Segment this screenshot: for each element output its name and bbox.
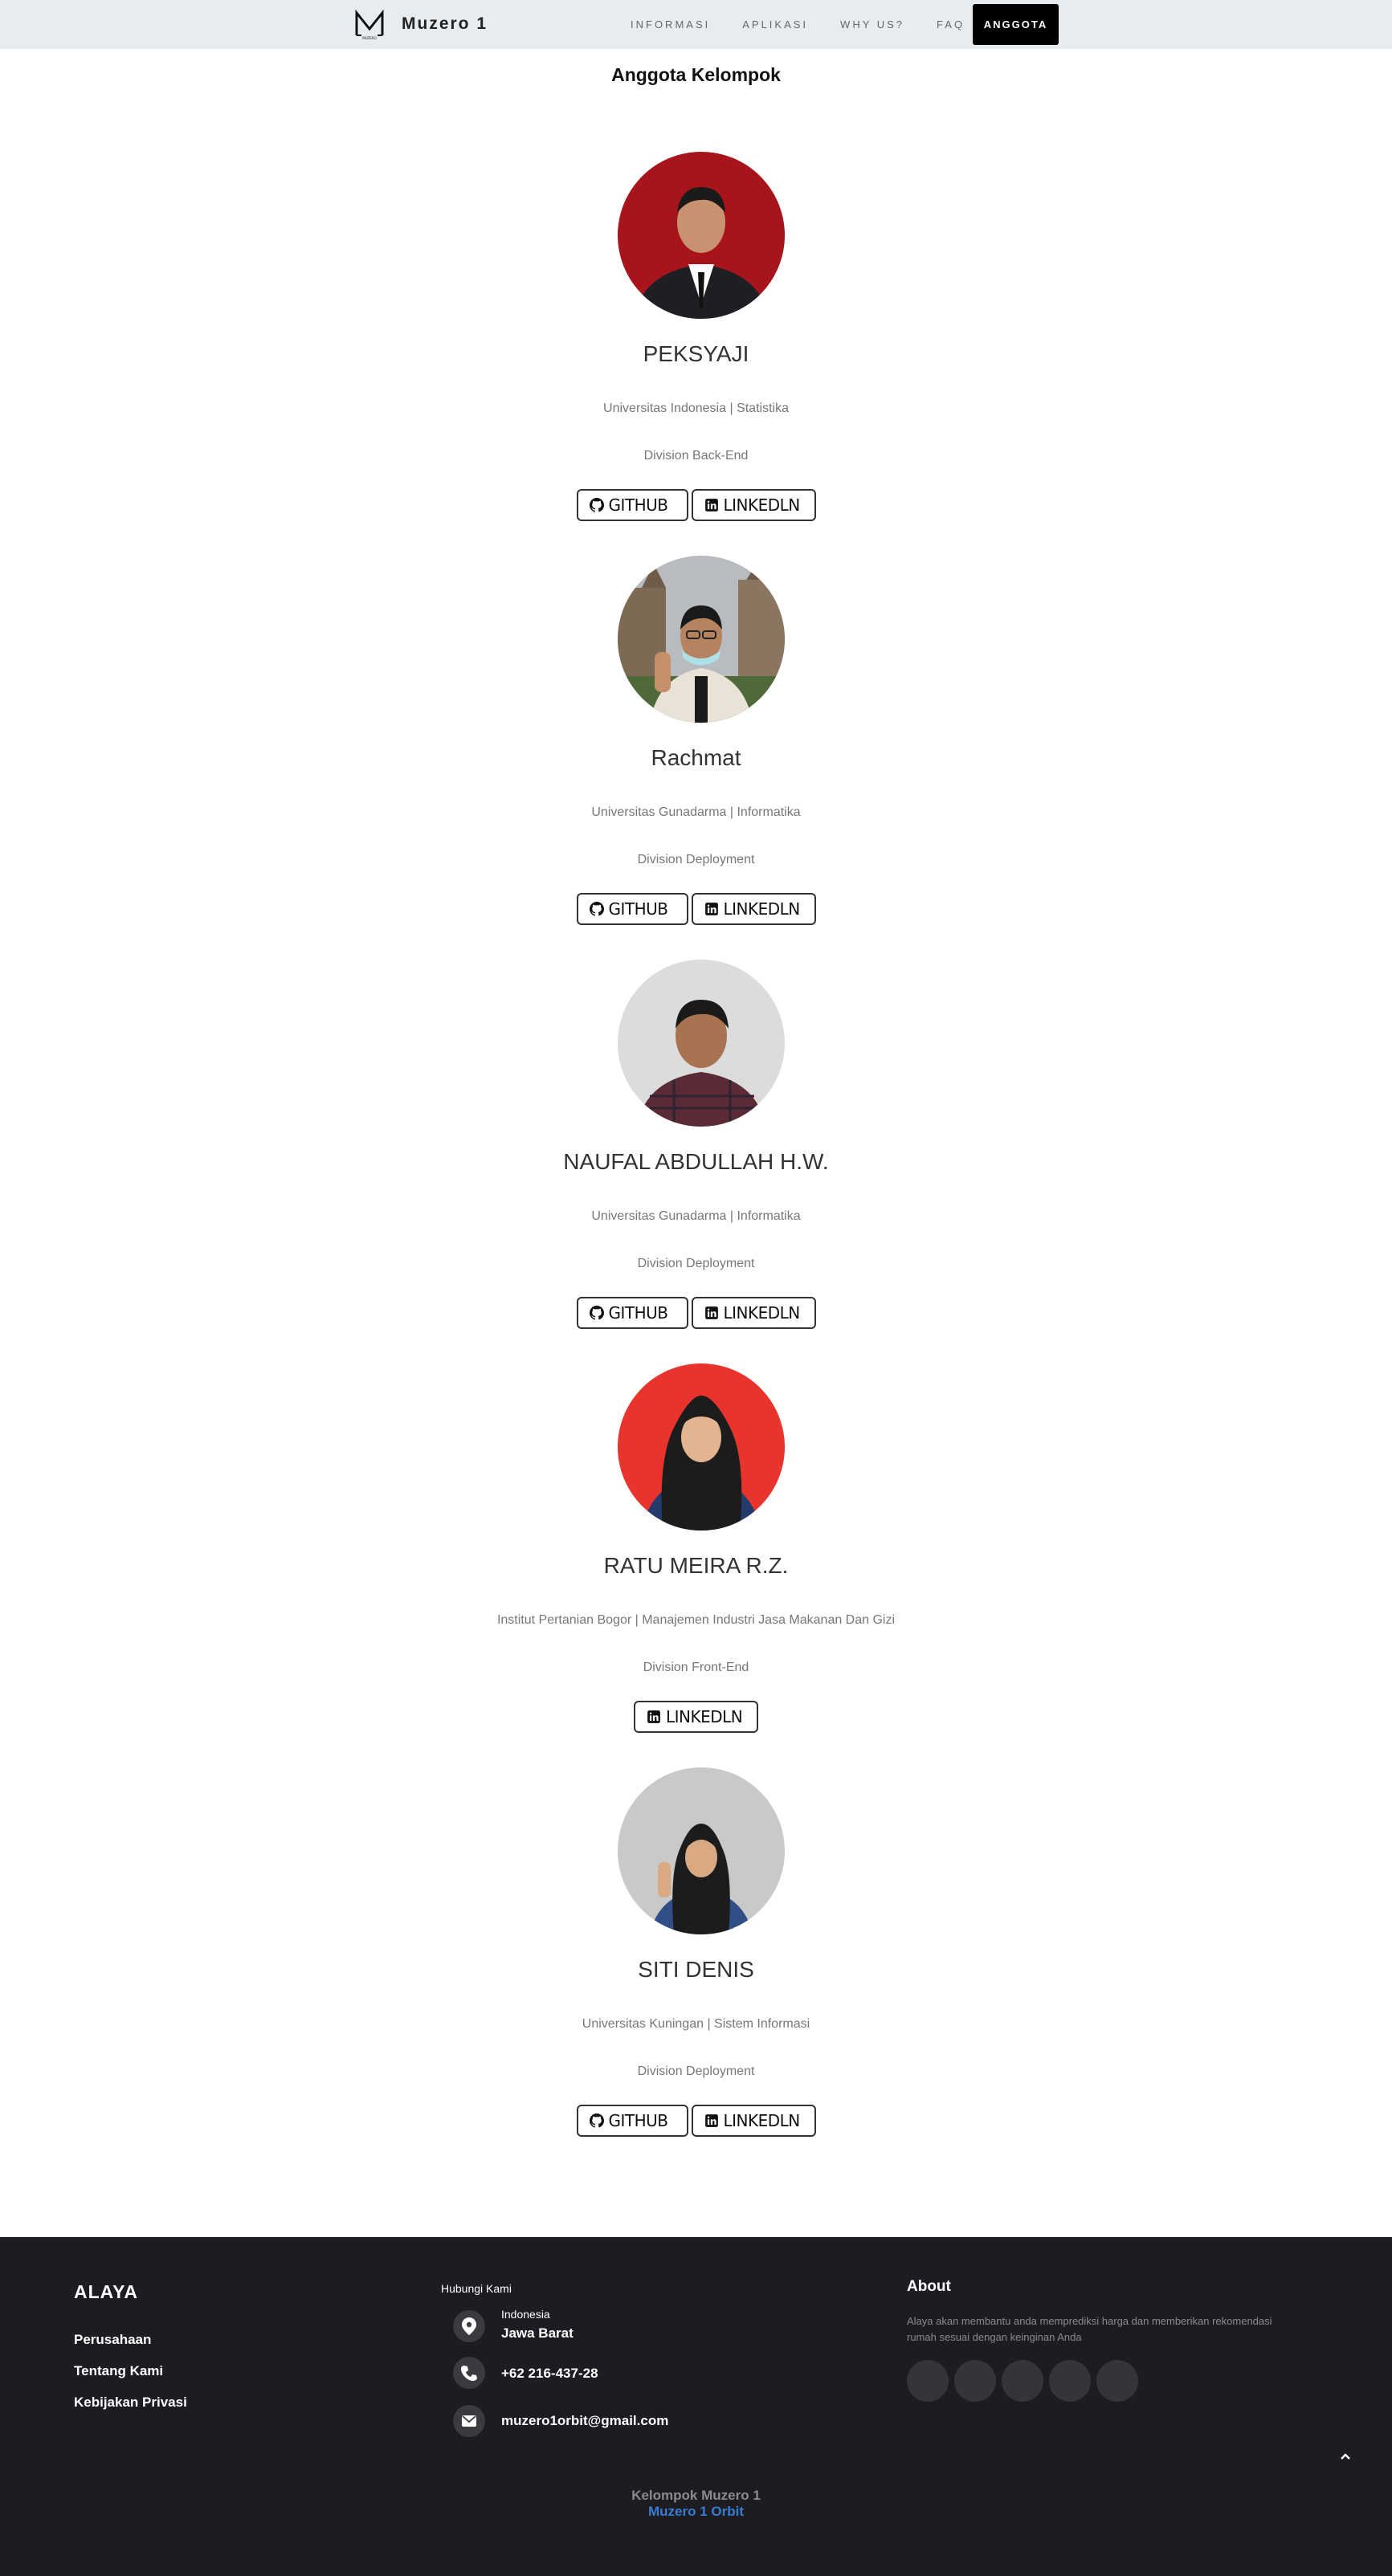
member-name: SITI DENIS (638, 1957, 754, 1982)
linkedin-button[interactable]: LINKEDLN (691, 2105, 816, 2137)
linkedin-button[interactable]: LINKEDLN (691, 893, 816, 925)
nav-link-informasi[interactable]: INFORMASI (631, 18, 710, 31)
linkedin-icon (704, 2114, 718, 2127)
member-university: Universitas Kuningan | Sistem Informasi (582, 2017, 810, 2031)
linkedin-label: LINKEDLN (666, 1707, 743, 1726)
member-photo (618, 1767, 785, 1934)
chevron-up-icon (1341, 2453, 1350, 2460)
member-division: Division Front-End (643, 1661, 749, 1674)
member-photo (618, 960, 785, 1127)
footer-link-perusahaan[interactable]: Perusahaan (74, 2332, 151, 2348)
github-icon (589, 2113, 604, 2128)
github-icon (589, 1306, 604, 1320)
member-name: PEKSYAJI (643, 341, 749, 366)
linkedin-button[interactable]: LINKEDLN (691, 1297, 816, 1329)
member-links: LINKEDLN (0, 1701, 1392, 1733)
social-button[interactable] (954, 2360, 996, 2402)
brand-logo: MUZERO (355, 9, 384, 40)
section-title: Anggota Kelompok (611, 64, 781, 85)
email-address[interactable]: muzero1orbit@gmail.com (501, 2413, 668, 2429)
member-photo (618, 152, 785, 319)
social-button[interactable] (907, 2360, 949, 2402)
member-photo (618, 556, 785, 723)
linkedin-label: LINKEDLN (723, 1303, 801, 1323)
envelope-icon (453, 2405, 485, 2437)
social-button[interactable] (1049, 2360, 1091, 2402)
member-card: SITI DENIS Universitas Kuningan | Sistem… (0, 1767, 1392, 2171)
location-country: Indonesia (501, 2308, 550, 2321)
member-division: Division Deployment (637, 2064, 755, 2078)
member-card: PEKSYAJI Universitas Indonesia | Statist… (0, 152, 1392, 556)
footer: ALAYA Perusahaan Tentang Kami Kebijakan … (0, 2237, 1392, 2576)
member-card: Rachmat Universitas Gunadarma | Informat… (0, 556, 1392, 960)
nav-link-why-us[interactable]: WHY US? (840, 18, 904, 31)
brand[interactable]: MUZERO Muzero 1 (353, 8, 488, 40)
about-heading: About (907, 2278, 951, 2295)
member-photo (618, 1363, 785, 1531)
member-name: NAUFAL ABDULLAH H.W. (563, 1149, 829, 1174)
member-division: Division Back-End (643, 449, 749, 463)
github-button[interactable]: GITHUB (576, 489, 688, 521)
member-links: GITHUB LINKEDLN (0, 489, 1392, 521)
linkedin-icon (704, 499, 718, 512)
github-button[interactable]: GITHUB (576, 2105, 688, 2137)
github-label: GITHUB (608, 495, 669, 515)
svg-text:MUZERO: MUZERO (362, 36, 377, 40)
nav-link-faq[interactable]: FAQ (937, 18, 965, 31)
member-division: Division Deployment (637, 853, 755, 866)
linkedin-label: LINKEDLN (723, 2111, 801, 2130)
location-region: Jawa Barat (501, 2325, 574, 2341)
back-to-top-button[interactable] (1333, 2444, 1357, 2468)
about-text: Alaya akan membantu anda memprediksi har… (907, 2315, 1272, 2343)
phone-icon (453, 2357, 485, 2389)
member-card: RATU MEIRA R.Z. Institut Pertanian Bogor… (0, 1363, 1392, 1767)
github-button[interactable]: GITHUB (576, 1297, 688, 1329)
github-label: GITHUB (608, 899, 669, 919)
navbar: MUZERO Muzero 1 INFORMASI APLIKASI WHY U… (0, 0, 1392, 49)
linkedin-icon (704, 903, 718, 915)
member-division: Division Deployment (637, 1257, 755, 1270)
github-label: GITHUB (608, 2111, 669, 2130)
member-card: NAUFAL ABDULLAH H.W. Universitas Gunadar… (0, 960, 1392, 1363)
member-links: GITHUB LINKEDLN (0, 2105, 1392, 2137)
location-pin-icon (453, 2310, 485, 2342)
member-university: Universitas Gunadarma | Informatika (591, 1209, 801, 1223)
member-links: GITHUB LINKEDLN (0, 1297, 1392, 1329)
social-button[interactable] (1002, 2360, 1043, 2402)
nav-anggota-button[interactable]: ANGGOTA (973, 4, 1059, 45)
nav-link-aplikasi[interactable]: APLIKASI (742, 18, 808, 31)
github-icon (589, 902, 604, 916)
github-button[interactable]: GITHUB (576, 893, 688, 925)
linkedin-label: LINKEDLN (723, 495, 801, 515)
footer-brand: ALAYA (74, 2281, 138, 2302)
brand-name: Muzero 1 (402, 14, 488, 33)
phone-number[interactable]: +62 216-437-28 (501, 2366, 598, 2382)
github-icon (589, 498, 604, 512)
linkedin-button[interactable]: LINKEDLN (634, 1701, 758, 1733)
credit-line: Kelompok Muzero 1 (631, 2488, 761, 2503)
social-button[interactable] (1096, 2360, 1138, 2402)
member-university: Universitas Indonesia | Statistika (603, 401, 789, 415)
member-university: Universitas Gunadarma | Informatika (591, 805, 801, 819)
linkedin-icon (704, 1306, 718, 1319)
member-name: RATU MEIRA R.Z. (603, 1553, 789, 1578)
linkedin-icon (647, 1710, 660, 1723)
member-links: GITHUB LINKEDLN (0, 893, 1392, 925)
footer-link-kebijakan-privasi[interactable]: Kebijakan Privasi (74, 2395, 187, 2411)
member-university: Institut Pertanian Bogor | Manajemen Ind… (496, 1613, 896, 1627)
credit-link[interactable]: Muzero 1 Orbit (0, 2504, 1392, 2520)
github-label: GITHUB (608, 1303, 669, 1323)
nav-links: INFORMASI APLIKASI WHY US? FAQ (631, 0, 997, 49)
member-name: Rachmat (651, 745, 741, 770)
footer-link-tentang-kami[interactable]: Tentang Kami (74, 2363, 163, 2379)
linkedin-button[interactable]: LINKEDLN (691, 489, 816, 521)
contact-heading: Hubungi Kami (441, 2282, 512, 2295)
linkedin-label: LINKEDLN (723, 899, 801, 919)
